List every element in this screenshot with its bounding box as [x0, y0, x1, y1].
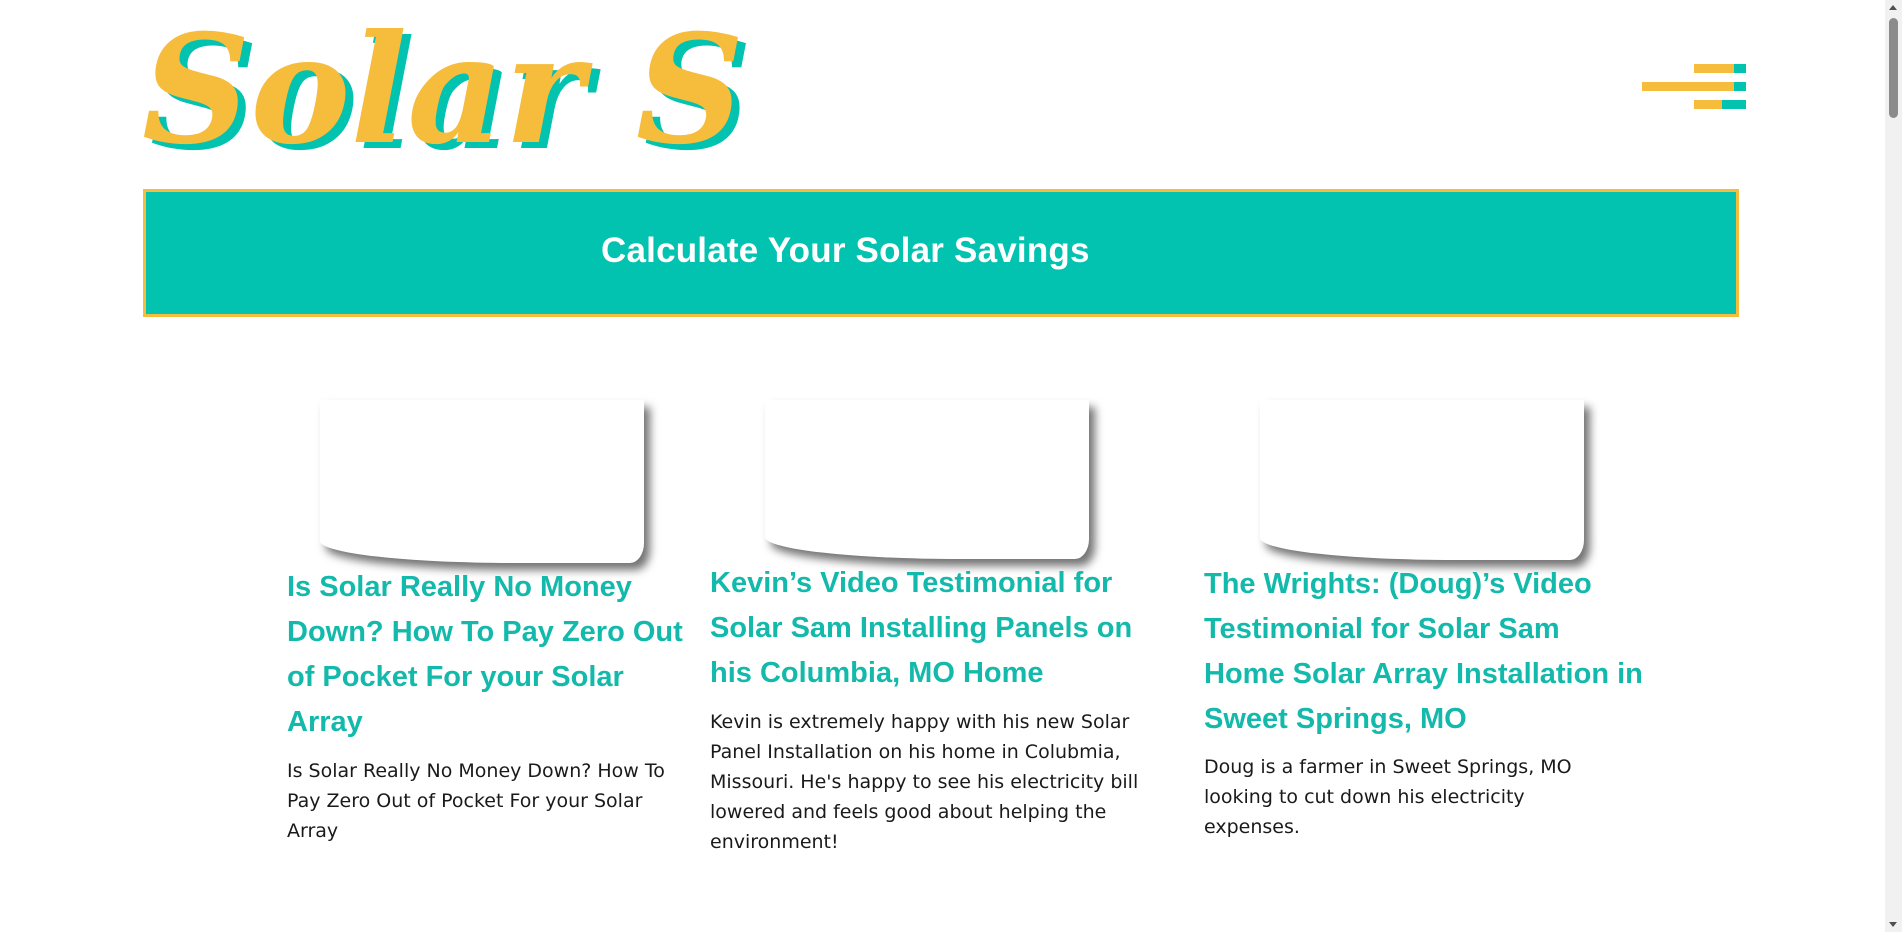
logo-graphic: Solar Sam Solar Sam [142, 20, 747, 170]
calculate-savings-banner[interactable]: Calculate Your Solar Savings [143, 189, 1739, 317]
post-title[interactable]: The Wrights: (Doug)’s Video Testimonial … [1204, 562, 1644, 742]
logo-main-text: Solar Sam [142, 20, 747, 170]
menu-bar-top [1694, 64, 1734, 73]
post-excerpt: Is Solar Really No Money Down? How To Pa… [287, 760, 665, 842]
post-title[interactable]: Is Solar Really No Money Down? How To Pa… [287, 565, 687, 745]
post-title[interactable]: Kevin’s Video Testimonial for Solar Sam … [710, 561, 1160, 696]
menu-bar-middle-accent [1734, 82, 1746, 91]
page: Solar Sam Solar Sam Calculate Your Solar… [0, 0, 1902, 932]
vertical-scrollbar[interactable] [1885, 0, 1902, 932]
hamburger-menu-icon[interactable] [1642, 62, 1746, 112]
calculate-savings-label: Calculate Your Solar Savings [601, 231, 1090, 270]
menu-bar-middle [1642, 82, 1734, 91]
menu-bar-top-accent [1734, 64, 1746, 73]
site-logo[interactable]: Solar Sam Solar Sam [142, 20, 747, 170]
menu-bar-bottom [1694, 100, 1722, 109]
post-thumbnail[interactable] [765, 400, 1089, 559]
post-excerpt: Kevin is extremely happy with his new So… [710, 711, 1139, 853]
post-excerpt: Doug is a farmer in Sweet Springs, MO lo… [1204, 756, 1572, 838]
scrollbar-thumb[interactable] [1889, 18, 1898, 118]
menu-bar-bottom-accent [1722, 100, 1746, 109]
scroll-down-icon[interactable] [1889, 922, 1897, 927]
post-thumbnail[interactable] [1260, 400, 1584, 560]
post-thumbnail[interactable] [320, 400, 644, 563]
scroll-up-icon[interactable] [1889, 5, 1897, 10]
